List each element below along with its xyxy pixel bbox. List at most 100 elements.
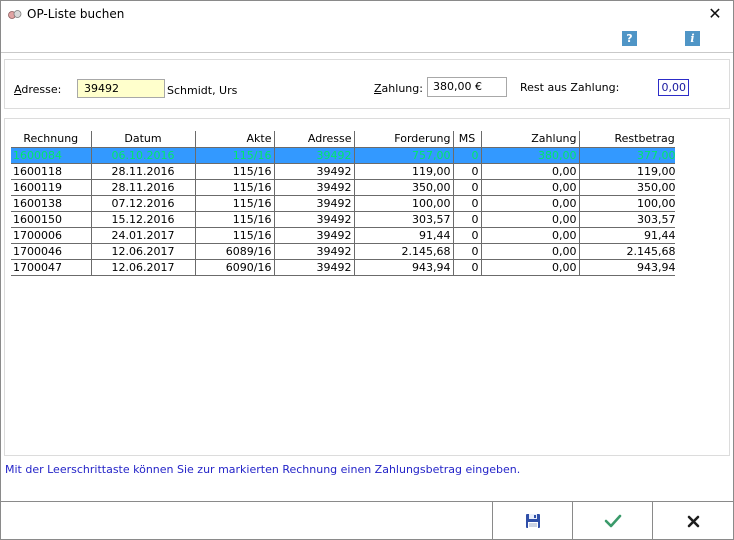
window-title: OP-Liste buchen bbox=[27, 7, 125, 21]
cell-zahlung[interactable]: 0,00 bbox=[481, 211, 580, 228]
cell-adresse: 39492 bbox=[274, 243, 355, 260]
app-icon bbox=[8, 10, 22, 19]
table-header-row: Rechnung Datum Akte Adresse Forderung MS… bbox=[11, 131, 675, 148]
table-row[interactable]: 1600118 28.11.2016 115/16 39492 119,00 0… bbox=[11, 163, 675, 180]
cell-adresse: 39492 bbox=[274, 147, 355, 164]
cell-forderung: 91,44 bbox=[354, 227, 454, 244]
cell-forderung: 350,00 bbox=[354, 179, 454, 196]
cell-ms: 0 bbox=[453, 211, 482, 228]
payment-label: Zahlung: bbox=[374, 82, 423, 95]
col-header-zahlung[interactable]: Zahlung bbox=[481, 131, 580, 148]
table-row[interactable]: 1700046 12.06.2017 6089/16 39492 2.145,6… bbox=[11, 243, 675, 260]
cell-ms: 0 bbox=[453, 195, 482, 212]
cell-akte: 115/16 bbox=[195, 163, 275, 180]
cell-ms: 0 bbox=[453, 259, 482, 276]
cell-datum: 07.12.2016 bbox=[91, 195, 196, 212]
hint-text: Mit der Leerschrittaste können Sie zur m… bbox=[5, 463, 521, 476]
cell-datum: 24.01.2017 bbox=[91, 227, 196, 244]
cell-adresse: 39492 bbox=[274, 179, 355, 196]
cell-restbetrag: 91,44 bbox=[579, 227, 675, 244]
cell-adresse: 39492 bbox=[274, 163, 355, 180]
cell-rechnung: 1700046 bbox=[11, 243, 92, 260]
col-header-datum[interactable]: Datum bbox=[91, 131, 196, 148]
cell-ms: 0 bbox=[453, 147, 482, 164]
cell-adresse: 39492 bbox=[274, 211, 355, 228]
cell-forderung: 100,00 bbox=[354, 195, 454, 212]
cell-datum: 12.06.2017 bbox=[91, 243, 196, 260]
cell-zahlung[interactable]: 0,00 bbox=[481, 243, 580, 260]
button-bar bbox=[1, 501, 733, 540]
cell-forderung: 303,57 bbox=[354, 211, 454, 228]
cell-rechnung: 1600084 bbox=[11, 147, 92, 164]
cell-restbetrag: 2.145,68 bbox=[579, 243, 675, 260]
cell-restbetrag: 119,00 bbox=[579, 163, 675, 180]
table-row[interactable]: 1600138 07.12.2016 115/16 39492 100,00 0… bbox=[11, 195, 675, 212]
invoice-table-group: Rechnung Datum Akte Adresse Forderung MS… bbox=[4, 118, 730, 456]
cell-rechnung: 1600138 bbox=[11, 195, 92, 212]
table-row[interactable]: 1600119 28.11.2016 115/16 39492 350,00 0… bbox=[11, 179, 675, 196]
table-row[interactable]: 1700047 12.06.2017 6090/16 39492 943,94 … bbox=[11, 259, 675, 276]
address-name: Schmidt, Urs bbox=[167, 84, 238, 97]
title-bar: OP-Liste buchen ✕ bbox=[1, 1, 733, 29]
cell-forderung: 943,94 bbox=[354, 259, 454, 276]
cell-restbetrag: 943,94 bbox=[579, 259, 675, 276]
cell-ms: 0 bbox=[453, 163, 482, 180]
cell-rechnung: 1600118 bbox=[11, 163, 92, 180]
cell-zahlung[interactable]: 0,00 bbox=[481, 179, 580, 196]
cell-zahlung[interactable]: 0,00 bbox=[481, 163, 580, 180]
address-input[interactable]: 39492 bbox=[77, 79, 165, 98]
cell-ms: 0 bbox=[453, 227, 482, 244]
col-header-forderung[interactable]: Forderung bbox=[354, 131, 454, 148]
cell-ms: 0 bbox=[453, 179, 482, 196]
cell-rechnung: 1700047 bbox=[11, 259, 92, 276]
cell-datum: 12.06.2017 bbox=[91, 259, 196, 276]
rest-label: Rest aus Zahlung: bbox=[520, 81, 620, 94]
address-label: Adresse: bbox=[14, 83, 62, 96]
cell-akte: 115/16 bbox=[195, 227, 275, 244]
cell-restbetrag: 100,00 bbox=[579, 195, 675, 212]
cell-restbetrag: 350,00 bbox=[579, 179, 675, 196]
cell-akte: 115/16 bbox=[195, 195, 275, 212]
cell-zahlung[interactable]: 0,00 bbox=[481, 227, 580, 244]
col-header-ms[interactable]: MS bbox=[453, 131, 482, 148]
cell-rechnung: 1600150 bbox=[11, 211, 92, 228]
cell-zahlung[interactable]: 0,00 bbox=[481, 259, 580, 276]
cell-zahlung[interactable]: 0,00 bbox=[481, 195, 580, 212]
checkmark-icon bbox=[604, 514, 621, 528]
table-row[interactable]: 1600150 15.12.2016 115/16 39492 303,57 0… bbox=[11, 211, 675, 228]
cell-forderung: 2.145,68 bbox=[354, 243, 454, 260]
table-row[interactable]: 1700006 24.01.2017 115/16 39492 91,44 0 … bbox=[11, 227, 675, 244]
cell-adresse: 39492 bbox=[274, 259, 355, 276]
cell-ms: 0 bbox=[453, 243, 482, 260]
cell-akte: 6089/16 bbox=[195, 243, 275, 260]
cell-datum: 28.11.2016 bbox=[91, 179, 196, 196]
info-icon[interactable]: i bbox=[685, 31, 700, 46]
cell-zahlung[interactable]: 380,00 bbox=[481, 147, 580, 164]
cancel-button[interactable] bbox=[652, 502, 733, 540]
cell-datum: 28.11.2016 bbox=[91, 163, 196, 180]
cell-forderung: 119,00 bbox=[354, 163, 454, 180]
help-icon[interactable]: ? bbox=[622, 31, 637, 46]
cell-rechnung: 1700006 bbox=[11, 227, 92, 244]
save-button[interactable] bbox=[492, 502, 572, 540]
cell-forderung: 757,00 bbox=[354, 147, 454, 164]
cell-adresse: 39492 bbox=[274, 195, 355, 212]
cell-rechnung: 1600119 bbox=[11, 179, 92, 196]
col-header-rechnung[interactable]: Rechnung bbox=[11, 131, 92, 148]
cell-akte: 115/16 bbox=[195, 179, 275, 196]
cell-akte: 115/16 bbox=[195, 147, 275, 164]
col-header-adresse[interactable]: Adresse bbox=[274, 131, 355, 148]
address-payment-group: Adresse: 39492 Schmidt, Urs Zahlung: 380… bbox=[4, 59, 730, 109]
close-icon[interactable]: ✕ bbox=[705, 4, 725, 24]
payment-input[interactable]: 380,00 € bbox=[427, 77, 507, 97]
ok-button[interactable] bbox=[572, 502, 652, 540]
invoice-grid[interactable]: Rechnung Datum Akte Adresse Forderung MS… bbox=[11, 131, 675, 276]
table-row[interactable]: 1600084 06.10.2016 115/16 39492 757,00 0… bbox=[11, 147, 675, 164]
col-header-akte[interactable]: Akte bbox=[195, 131, 275, 148]
cell-datum: 06.10.2016 bbox=[91, 147, 196, 164]
cell-adresse: 39492 bbox=[274, 227, 355, 244]
cell-datum: 15.12.2016 bbox=[91, 211, 196, 228]
col-header-restbetrag[interactable]: Restbetrag bbox=[579, 131, 675, 148]
cell-restbetrag: 303,57 bbox=[579, 211, 675, 228]
cell-akte: 6090/16 bbox=[195, 259, 275, 276]
